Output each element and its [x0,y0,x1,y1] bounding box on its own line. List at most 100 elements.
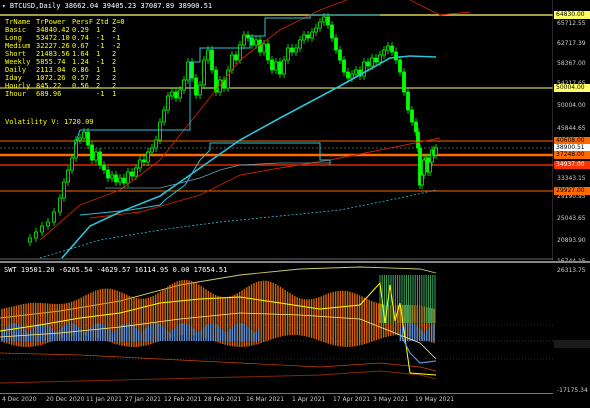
candle-body [46,221,50,227]
indicator-lower-inner-band [0,352,437,372]
candle-body [190,61,194,79]
candle-body [246,34,250,39]
long-average-line [39,189,437,259]
price-level-tag: 37248.00 [554,151,590,159]
candle-body [166,95,170,111]
indicator-lower-band [0,370,437,384]
time-axis-label: 19 May 2021 [415,396,455,403]
candle-body [106,169,110,179]
candle-body [270,59,274,71]
time-axis-label: 20 Dec 2020 [46,396,85,403]
candle-body [150,147,154,153]
candle-body [40,225,44,233]
candle-body [34,231,38,239]
candle-body [154,139,158,149]
candle-body [406,91,410,111]
candle-body [62,181,66,199]
time-axis-label: 17 Apr 2021 [333,396,371,403]
moving-average-line [61,55,437,259]
candle-body [414,121,418,133]
candle-body [102,164,106,171]
candle-body [134,167,138,177]
price-axis-label: 33343.15 [557,175,586,182]
time-axis-label: 28 Feb 2021 [204,396,242,403]
candle-body [322,16,326,23]
candle-body [386,45,390,51]
candle-body [314,27,318,33]
candle-body [378,54,382,63]
candle-body [52,211,56,223]
candle-body [422,159,426,176]
candle-body [78,137,82,141]
candle-body [230,54,234,71]
candle-body [138,159,142,169]
candle-body [94,151,98,161]
candle-body [286,47,290,61]
candle-body [146,151,150,163]
candle-body [194,77,198,96]
price-axis-label: 65712.55 [557,20,586,27]
candle-body [114,174,118,183]
candle-body [416,131,420,149]
price-chart[interactable] [0,0,553,260]
time-axis-label: 4 Dec 2020 [2,396,37,403]
candle-body [290,47,294,53]
time-axis-label: 1 Apr 2021 [292,396,326,403]
candle-body [58,197,62,213]
candle-body [294,47,298,53]
candle-body [310,31,314,39]
candle-body [326,16,330,26]
price-axis-label: 62717.39 [557,40,586,47]
candle-body [142,159,146,163]
candle-body [130,171,134,177]
indicator-axis-label: -17175.34 [557,387,588,394]
candle-body [210,49,214,71]
candle-body [338,49,342,61]
time-axis-label: 16 Mar 2021 [246,396,285,403]
price-level-tag: 29927.00 [554,187,590,195]
candle-body [434,147,438,156]
candle-body [346,71,350,79]
candle-body [330,24,334,39]
candle-body [118,177,122,183]
candle-body [198,84,202,96]
candle-body [278,61,282,75]
indicator-axis-label: 26313.75 [557,267,586,274]
candle-body [298,39,302,49]
price-axis-label: 45844.65 [557,125,586,132]
candle-body [428,161,432,173]
candle-body [266,43,270,61]
candle-body [254,39,258,46]
candle-body [234,54,238,61]
candle-body [186,61,190,81]
time-axis-label: 27 Jan 2021 [125,396,161,403]
candle-body [302,34,306,41]
candle-body [226,69,230,89]
candle-body [350,73,354,79]
time-axis-line [0,393,553,394]
price-level-tag: 64830.00 [554,11,590,19]
indicator-chart[interactable] [0,263,553,393]
price-axis-label: 58367.00 [557,60,586,67]
candle-body [398,59,402,73]
candle-body [66,169,70,183]
candle-body [306,34,310,39]
candle-body [110,174,114,179]
candle-body [394,51,398,61]
candle-body [28,237,32,243]
candle-body [238,44,242,61]
candle-body [206,49,210,61]
candle-body [382,49,386,56]
candle-body [250,37,254,46]
candle-body [354,69,358,75]
candle-body [126,171,130,184]
candle-body [374,57,378,63]
indicator-zero-tag [554,340,590,348]
candle-body [366,61,370,67]
price-level-tag: 50004.00 [554,84,590,92]
candle-body [98,151,102,166]
candle-body [182,79,186,91]
time-axis-label: 11 Jan 2021 [86,396,122,403]
candle-body [90,144,94,161]
candle-body [402,71,406,93]
